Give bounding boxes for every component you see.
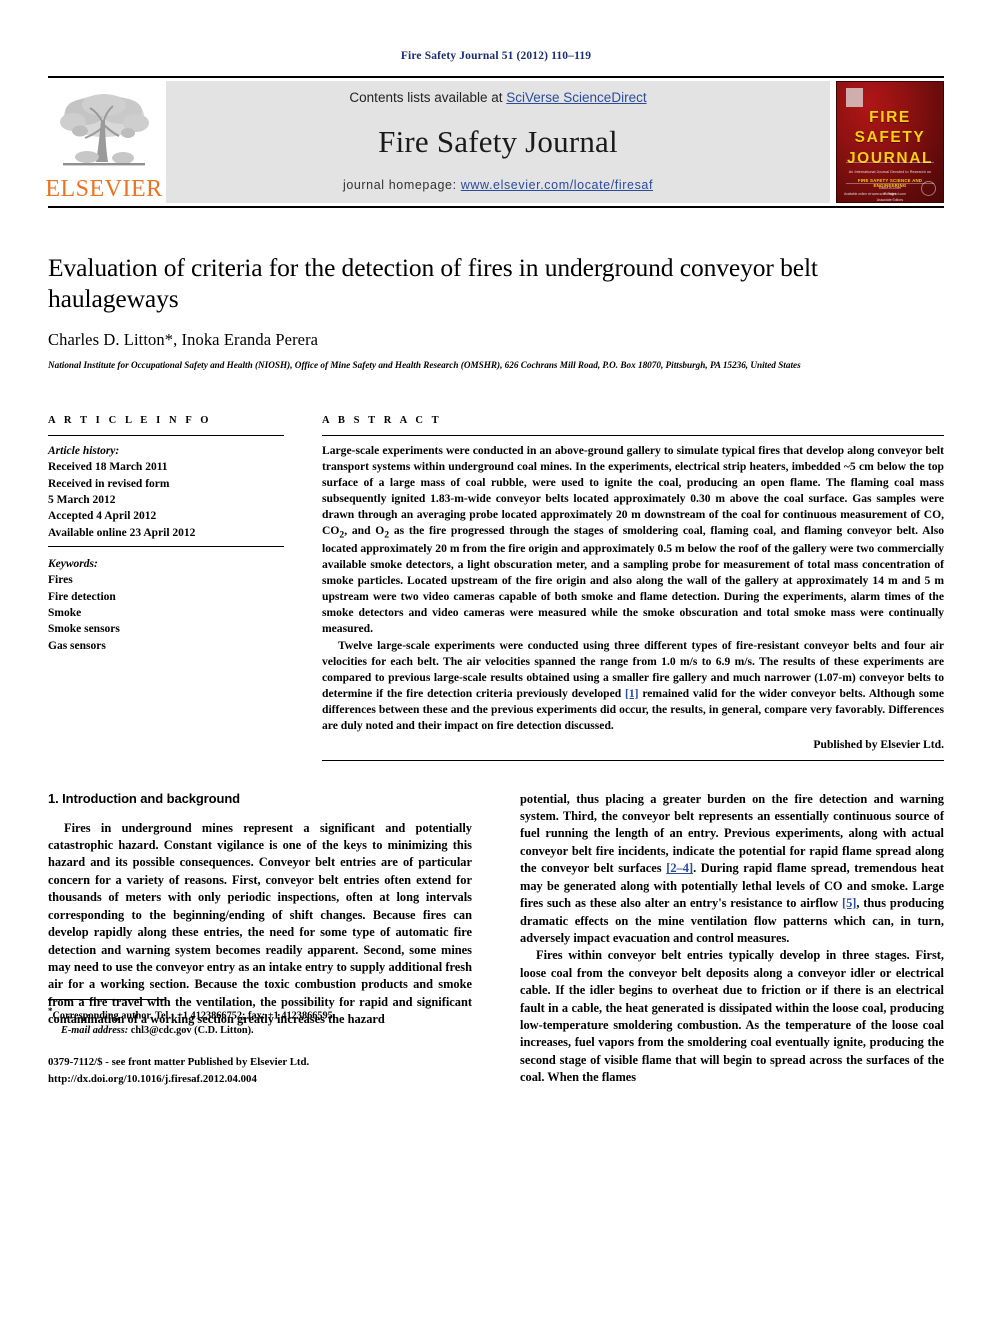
journal-cover-image: FIRE SAFETY JOURNAL An International Jou… (836, 81, 944, 203)
homepage-prefix: journal homepage: (342, 178, 461, 192)
reference-link-2-4[interactable]: [2–4] (666, 861, 693, 875)
abstract-bottom-rule (322, 759, 944, 761)
footnote-area: *Corresponding author. Tel.: +1 41238667… (48, 999, 472, 1087)
abstract-column: A B S T R A C T Large-scale experiments … (322, 415, 944, 761)
cover-title-line3: JOURNAL (846, 149, 934, 167)
email-label: E-mail address: (61, 1025, 129, 1037)
author-list: Charles D. Litton*, Inoka Eranda Perera (48, 330, 319, 350)
running-head: Fire Safety Journal 51 (2012) 110–119 (400, 50, 592, 62)
article-info-rule (48, 435, 284, 437)
cover-footer-note: Available online at www.sciencedirect.co… (844, 192, 906, 196)
cover-rule-mid (846, 162, 934, 163)
contents-line: Contents lists available at SciVerse Sci… (349, 90, 646, 105)
history-item: Received 18 March 2011 (48, 461, 168, 474)
keywords-label: Keywords: (48, 557, 98, 570)
cover-assoc-label: Associate Editors (876, 197, 904, 202)
journal-homepage-link[interactable]: www.elsevier.com/locate/firesaf (461, 178, 653, 192)
keyword-item: Smoke sensors (48, 623, 120, 636)
history-keywords-rule (48, 545, 284, 547)
cover-subtitle: An International Journal Devoted to Rese… (848, 170, 932, 174)
journal-title: Fire Safety Journal (378, 123, 618, 159)
masthead-center-panel: Contents lists available at SciVerse Sci… (166, 81, 830, 203)
article-info-heading: A R T I C L E I N F O (48, 415, 212, 427)
body-paragraph: potential, thus placing a greater burden… (520, 791, 944, 948)
abstract-p1-part-b: , and O (344, 523, 385, 537)
page-title: Evaluation of criteria for the detection… (48, 253, 818, 314)
cover-elsevier-mark (846, 88, 863, 107)
article-info-column: A R T I C L E I N F O Article history: R… (48, 415, 284, 761)
cover-iafss-badge-icon (921, 181, 936, 196)
abstract-body: Large-scale experiments were conducted i… (322, 443, 944, 734)
email-note: E-mail address: chl3@cdc.gov (C.D. Litto… (48, 1024, 472, 1039)
reference-link-1[interactable]: [1] (625, 687, 639, 700)
journal-article-page: Fire Safety Journal 51 (2012) 110–119 EL… (0, 0, 992, 1323)
reference-link-5[interactable]: [5] (842, 896, 856, 910)
abstract-rule (322, 435, 944, 437)
history-item: Available online 23 April 2012 (48, 526, 196, 539)
body-paragraph: Fires within conveyor belt entries typic… (520, 948, 944, 1085)
footnote-rule (48, 999, 166, 1001)
info-abstract-region: A R T I C L E I N F O Article history: R… (48, 415, 944, 761)
keyword-item: Smoke (48, 606, 82, 619)
elsevier-wordmark: ELSEVIER (45, 176, 163, 202)
email-value: chl3@cdc.gov (C.D. Litton). (128, 1025, 254, 1037)
section-heading-introduction: 1. Introduction and background (48, 790, 241, 806)
keyword-item: Fire detection (48, 590, 116, 603)
history-item: Received in revised form (48, 477, 170, 490)
keyword-item: Gas sensors (48, 639, 106, 652)
keyword-item: Fires (48, 574, 73, 587)
abstract-heading: A B S T R A C T (322, 415, 442, 427)
history-item: 5 March 2012 (48, 494, 116, 506)
journal-masthead: ELSEVIER Contents lists available at Sci… (45, 81, 944, 203)
cover-title-line2: SAFETY (854, 129, 926, 147)
copyright-block: 0379-7112/$ - see front matter Published… (48, 1054, 472, 1086)
body-columns: 1. Introduction and background Fires in … (48, 791, 944, 1087)
abstract-paragraph-1: Large-scale experiments were conducted i… (322, 443, 944, 637)
corresponding-author-note: *Corresponding author. Tel.: +1 41238667… (48, 1005, 472, 1024)
abstract-paragraph-2: Twelve large-scale experiments were cond… (322, 638, 944, 734)
article-history-label: Article history: (48, 445, 120, 458)
contents-prefix: Contents lists available at (349, 90, 507, 105)
cover-title-line1: FIRE (869, 109, 911, 126)
abstract-p1-part-c: as the fire progressed through the stage… (322, 523, 945, 635)
body-paragraph: Fires in underground mines represent a s… (48, 820, 472, 1027)
journal-homepage-line: journal homepage: www.elsevier.com/locat… (343, 178, 653, 192)
cover-footer: Available online at www.sciencedirect.co… (844, 181, 936, 196)
elsevier-logo: ELSEVIER (45, 81, 163, 203)
header-rule (48, 76, 944, 78)
sciencedirect-link[interactable]: SciVerse ScienceDirect (506, 90, 646, 105)
publisher-statement: Published by Elsevier Ltd. (813, 737, 944, 751)
elsevier-tree-icon (60, 94, 149, 166)
cover-title: FIRE SAFETY JOURNAL (837, 108, 943, 169)
affiliation: National Institute for Occupational Safe… (48, 360, 801, 371)
body-column-right: potential, thus placing a greater burden… (520, 791, 944, 1087)
article-title-block: Evaluation of criteria for the detection… (48, 208, 944, 373)
doi-line[interactable]: http://dx.doi.org/10.1016/j.firesaf.2012… (48, 1071, 472, 1087)
issn-line: 0379-7112/$ - see front matter Published… (48, 1056, 310, 1069)
corresponding-author-text: Corresponding author. Tel.: +1 412386675… (52, 1010, 336, 1022)
history-item: Accepted 4 April 2012 (48, 510, 157, 523)
body-column-left: 1. Introduction and background Fires in … (48, 791, 472, 1087)
